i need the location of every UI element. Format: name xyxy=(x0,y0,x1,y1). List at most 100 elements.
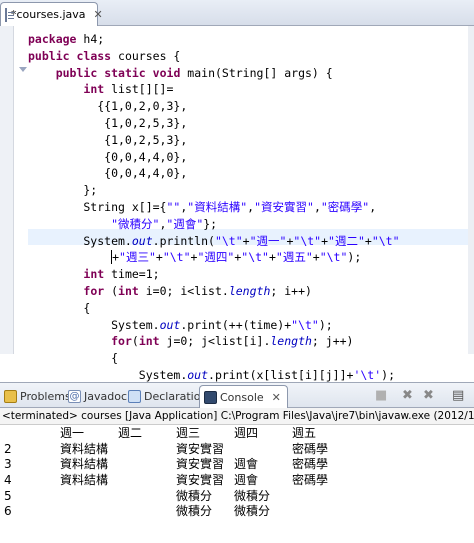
code-token: String x[]={ xyxy=(28,199,167,214)
code-line[interactable]: for(int j=0; j<list[i].length; j++) xyxy=(28,333,400,350)
console-cell: 微積分 xyxy=(234,488,271,503)
code-token: out xyxy=(159,317,181,332)
problems-icon xyxy=(4,390,17,403)
code-token: ); xyxy=(318,317,333,332)
code-line[interactable]: {0,0,4,4,0}, xyxy=(28,149,400,166)
code-line[interactable]: int time=1; xyxy=(28,266,400,283)
console-cell: 資料結構 xyxy=(60,473,109,488)
console-cell: 週一 xyxy=(60,426,85,440)
code-token: for xyxy=(83,283,105,298)
code-token: System. xyxy=(28,317,160,332)
code-token: }; xyxy=(203,216,218,231)
code-line[interactable]: }; xyxy=(28,182,400,199)
code-token: "" xyxy=(166,199,181,214)
console-view[interactable]: <terminated> courses [Java Application] … xyxy=(0,408,474,543)
code-line[interactable]: System.out.println("\t"+"週一"+"\t"+"週二"+"… xyxy=(28,233,399,250)
code-line[interactable]: int list[][]= xyxy=(28,81,400,98)
console-cell: 資安實習 xyxy=(176,441,225,456)
code-token: }; xyxy=(28,183,98,198)
code-line[interactable]: { xyxy=(28,300,400,317)
tab-problems[interactable]: Problems xyxy=(4,386,71,407)
console-cell: 資安實習 xyxy=(176,457,225,472)
console-cell: 週三 xyxy=(176,426,201,440)
code-token: ); xyxy=(347,250,362,265)
code-token: + xyxy=(312,250,320,265)
editor-scrollbar[interactable] xyxy=(468,26,474,354)
code-token: { xyxy=(28,300,91,315)
tab-console[interactable]: Console ✕ xyxy=(199,385,288,408)
console-cell: 週會 xyxy=(234,473,259,488)
code-token: int xyxy=(138,334,160,349)
code-token: package xyxy=(28,32,77,46)
code-token: , xyxy=(369,199,377,214)
code-line[interactable]: package h4; xyxy=(28,31,400,48)
code-token: public xyxy=(55,65,98,80)
code-token: , xyxy=(313,199,321,214)
code-token: public xyxy=(28,48,70,63)
console-status-line: <terminated> courses [Java Application] … xyxy=(0,408,474,425)
code-token: ; j++) xyxy=(311,334,354,349)
code-token: "週三" xyxy=(119,250,156,265)
code-editor[interactable]: package h4; public class courses { public… xyxy=(0,26,474,382)
editor-tab-bar: *courses.java ✕ xyxy=(0,0,474,26)
editor-ruler xyxy=(0,26,14,354)
code-token: "\t" xyxy=(291,317,319,332)
console-cell: 微積分 xyxy=(234,504,271,519)
remove-launch-icon[interactable]: ✖ xyxy=(402,389,413,402)
code-token: "週四" xyxy=(197,250,235,265)
code-token: "資料結構" xyxy=(187,199,248,214)
code-line[interactable]: System.out.print(++(time)+"\t"); xyxy=(28,317,400,334)
code-token: "\t" xyxy=(241,250,269,265)
code-line[interactable]: {1,0,2,5,3}, xyxy=(28,132,400,149)
code-line[interactable]: {0,0,4,4,0}, xyxy=(28,165,400,182)
code-line[interactable]: "微積分","週會"}; xyxy=(28,216,400,233)
code-token: "\t" xyxy=(162,250,191,265)
code-line[interactable]: +"週三"+"\t"+"週四"+"\t"+"週五"+"\t"); xyxy=(28,249,400,266)
console-cell: 密碼學 xyxy=(292,441,329,456)
code-token: "週二" xyxy=(328,233,365,248)
code-line[interactable]: for (int i=0; i<list.length; i++) xyxy=(28,283,400,300)
code-token: length xyxy=(228,283,271,298)
code-line[interactable]: {1,0,2,5,3}, xyxy=(28,115,400,132)
console-cell: 密碼學 xyxy=(292,473,329,488)
remove-all-launches-icon[interactable]: ✖ xyxy=(423,389,434,402)
close-icon[interactable]: ✕ xyxy=(94,8,103,21)
code-token: {1,0,2,5,3}, xyxy=(28,115,188,130)
code-token: ( xyxy=(131,334,139,349)
console-cell: 週四 xyxy=(234,426,259,440)
code-token: {1,0,2,5,3}, xyxy=(28,132,188,147)
tab-declaration[interactable]: Declaration xyxy=(128,386,207,407)
code-token: + xyxy=(155,250,163,265)
tab-label: Declaration xyxy=(144,390,208,403)
code-line[interactable]: String x[]={"","資料結構","資安實習","密碼學", xyxy=(28,199,400,216)
code-token: h4; xyxy=(76,32,105,46)
console-cell: 週二 xyxy=(118,426,143,440)
terminate-icon[interactable]: ■ xyxy=(375,389,387,402)
code-line[interactable]: {{1,0,2,0,3}, xyxy=(28,98,400,115)
clear-console-icon[interactable]: ▤ xyxy=(452,389,464,402)
code-line[interactable]: { xyxy=(28,350,400,367)
code-line[interactable]: public static void main(String[] args) { xyxy=(28,65,400,82)
tab-label: Javadoc xyxy=(84,390,127,403)
source-code[interactable]: package h4; public class courses { public… xyxy=(28,31,400,384)
tab-javadoc[interactable]: @ Javadoc xyxy=(68,386,127,407)
close-icon[interactable]: ✕ xyxy=(272,391,281,404)
console-cell: 5 xyxy=(4,488,12,503)
code-token: {0,0,4,4,0}, xyxy=(28,149,188,164)
code-token: "資安實習" xyxy=(254,199,314,214)
code-token: {0,0,4,4,0}, xyxy=(28,166,188,181)
code-token: length xyxy=(270,334,312,349)
code-token: int xyxy=(83,82,105,97)
console-cell: 資料結構 xyxy=(60,441,109,456)
console-icon xyxy=(204,390,217,404)
code-token: .print(++(time)+ xyxy=(180,317,292,332)
editor-tab-courses[interactable]: *courses.java ✕ xyxy=(0,2,103,26)
fold-triangle-icon[interactable] xyxy=(19,67,27,72)
code-token: i=0; i<list. xyxy=(138,283,229,298)
code-line[interactable]: public class courses { xyxy=(28,48,400,65)
code-token: class xyxy=(76,48,112,63)
